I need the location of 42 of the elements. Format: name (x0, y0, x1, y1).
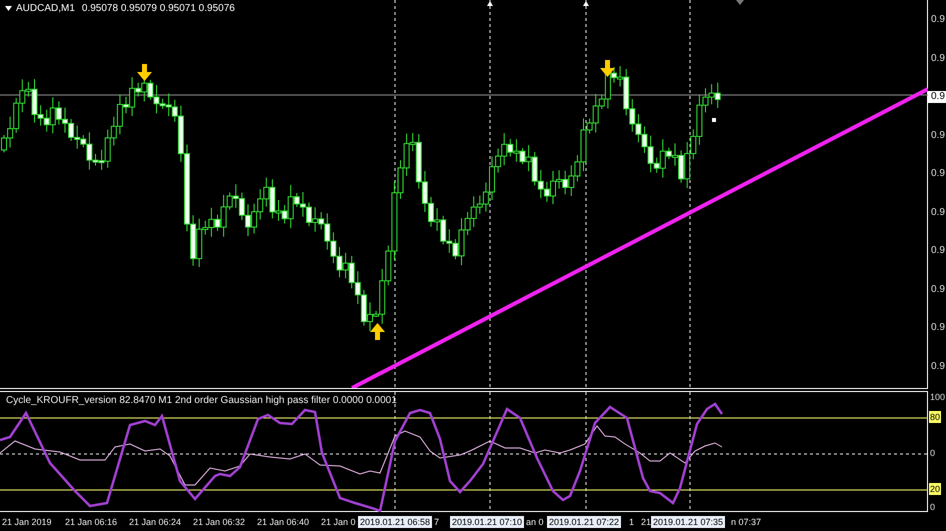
indicator-title: Cycle_KROUFR_version 82.8470 M1 2nd order Gaussian high pass filter 0.0000 0.0001 (6, 395, 397, 406)
price-label: 0.9 (930, 360, 946, 373)
time-label: an 0 (526, 516, 544, 528)
level-label: 0 (929, 501, 936, 513)
price-label: 0.9 (930, 168, 946, 180)
current-price-label: 0.9 (928, 91, 946, 104)
time-label: n 07:37 (731, 516, 762, 528)
triangle-marker-icon[interactable] (583, 1, 589, 6)
trend-line[interactable] (351, 87, 928, 388)
crosshair-time-label: 2019.01.21 07:35 (651, 516, 726, 528)
price-label: 0.9 (930, 322, 946, 334)
arrow-up-icon (370, 323, 385, 340)
arrow-down-icon (137, 64, 152, 81)
triangle-marker-icon[interactable] (736, 0, 744, 5)
price-label: 0.9 (930, 52, 946, 65)
marker-icon (712, 118, 716, 122)
crosshair-time-label: 2019.01.21 07:22 (547, 516, 622, 528)
price-label: 0.9 (930, 284, 946, 296)
price-quote: 0.95078 0.95079 0.95071 0.95076 (82, 3, 235, 14)
crosshair-time-label: 2019.01.21 06:58 (358, 516, 432, 528)
time-label: 21 Jan 06:32 (193, 516, 246, 528)
level-label: 100 (929, 391, 946, 403)
time-label: 21 (641, 516, 652, 528)
time-label: 21 Jan 06:16 (65, 516, 118, 528)
time-label: 21 Jan 06:24 (129, 516, 182, 528)
price-label: 0.9 (930, 130, 946, 142)
level-label: 0 (929, 447, 936, 459)
time-label: 21 Jan 2019 (2, 516, 52, 528)
price-label: 0.9 (930, 206, 946, 219)
symbol-label: AUDCAD,M1 (16, 3, 75, 14)
dropdown-triangle-icon[interactable] (5, 6, 12, 11)
arrow-down-icon (600, 60, 615, 77)
time-label: 7 (434, 516, 440, 528)
level-label: 20 (929, 483, 942, 495)
triangle-marker-icon[interactable] (487, 1, 493, 6)
time-label: 21 Jan 0 (321, 516, 356, 528)
time-label: 21 Jan 06:40 (257, 516, 310, 528)
price-label: 0.9 (930, 245, 946, 258)
price-label: 0.9 (930, 14, 946, 26)
crosshair-time-label: 2019.01.21 07:10 (450, 516, 524, 528)
time-label: 1 (629, 516, 634, 528)
level-label: 80 (929, 411, 942, 423)
